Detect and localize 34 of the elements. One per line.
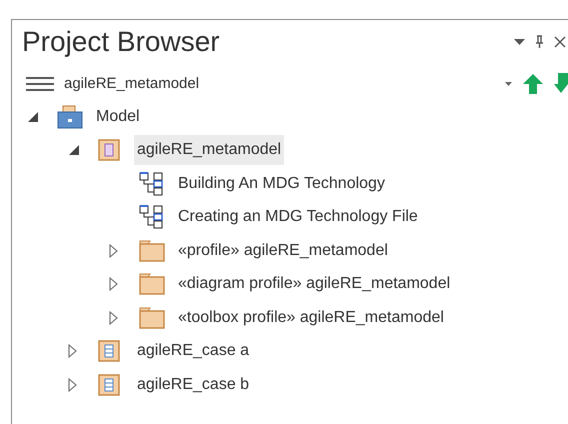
folder-icon (139, 273, 165, 296)
package-name[interactable]: agileRE_metamodel (64, 72, 200, 96)
class-icon (98, 340, 120, 362)
dropdown-icon[interactable] (514, 39, 525, 45)
collapsed-arrow-icon[interactable] (68, 344, 77, 358)
folder-icon (139, 306, 165, 329)
model-icon (57, 104, 83, 129)
tree-item[interactable]: «diagram profile» agileRE_metamodel (175, 269, 454, 300)
diagram-icon (139, 205, 165, 230)
folder-icon (139, 240, 165, 262)
tree-item[interactable]: Model (93, 102, 143, 132)
expanded-arrow-icon[interactable] (27, 110, 39, 123)
collapsed-arrow-icon[interactable] (109, 277, 118, 292)
tree-item[interactable]: Building An MDG Technology (175, 168, 388, 199)
dropdown-icon[interactable] (505, 82, 512, 86)
component-icon (98, 139, 120, 162)
tree-item[interactable]: Creating an MDG Technology File (175, 202, 421, 232)
class-icon (98, 374, 120, 396)
tree-item[interactable]: agileRE_metamodel (134, 135, 284, 166)
panel-title: Project Browser (22, 28, 220, 56)
close-icon[interactable] (554, 36, 566, 48)
tree-item[interactable]: «profile» agileRE_metamodel (175, 236, 391, 266)
diagram-icon (139, 172, 165, 196)
move-down-icon[interactable] (554, 73, 568, 95)
move-up-icon[interactable] (522, 73, 544, 95)
menu-icon[interactable] (26, 76, 54, 92)
collapsed-arrow-icon[interactable] (109, 244, 118, 258)
expanded-arrow-icon[interactable] (68, 144, 80, 156)
tree-item[interactable]: agileRE_case b (134, 370, 252, 400)
tree-item[interactable]: «toolbox profile» agileRE_metamodel (175, 302, 447, 333)
tree-item[interactable]: agileRE_case a (134, 336, 252, 366)
pin-icon[interactable] (535, 35, 544, 49)
collapsed-arrow-icon[interactable] (109, 310, 118, 325)
collapsed-arrow-icon[interactable] (68, 378, 77, 392)
